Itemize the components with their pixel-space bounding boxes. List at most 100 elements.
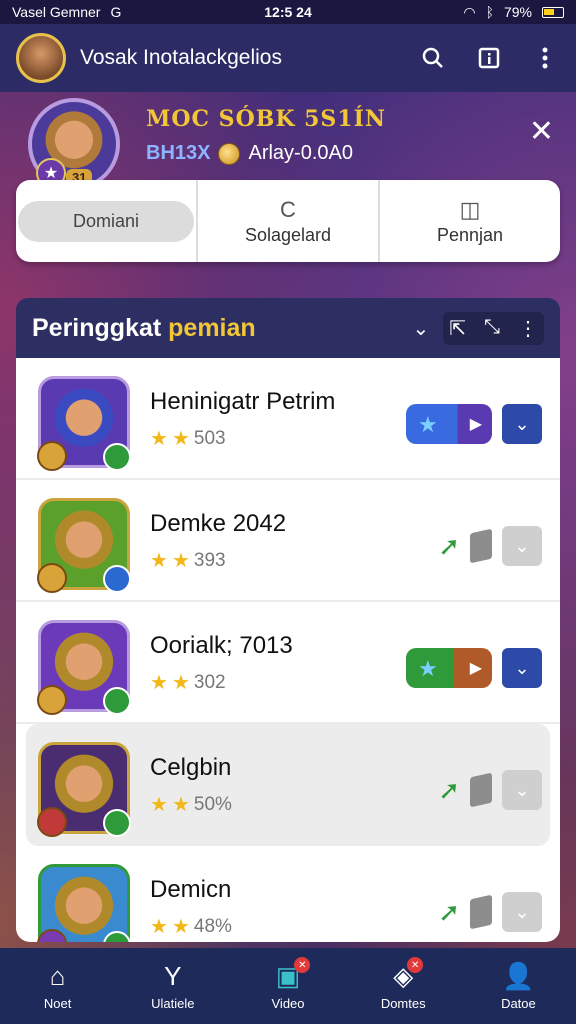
share-icon[interactable]: ➚ <box>438 897 460 928</box>
player-tag: BH13X <box>146 142 211 164</box>
toolbar: ⇱ ⤡ ⋮ <box>443 311 544 345</box>
notification-dot: ✕ <box>294 957 311 973</box>
nav-label: Video <box>271 996 305 1011</box>
tab-pennjan[interactable]: ◫ Pennjan <box>378 180 560 262</box>
star-icon: ★ <box>150 428 168 450</box>
score-value: 50% <box>193 793 232 815</box>
chevron-down-icon[interactable]: ⌄ <box>502 404 542 444</box>
nav-video[interactable]: ▣ ✕ Video <box>230 957 345 1011</box>
tab-label: Domiani <box>18 200 194 242</box>
bottom-navigation: ⌂ Noet Y Ulatiele ▣ ✕ Video ◈ ✕ Domtes 👤 D… <box>0 948 576 1024</box>
avatar[interactable] <box>16 33 66 83</box>
search-icon[interactable] <box>418 43 448 73</box>
list-item[interactable]: Oorialk; 7013 ★ ★ 302 ★ ▶ ⌄ <box>16 602 560 724</box>
player-score: ★ ★ 302 <box>150 670 226 695</box>
tab-label: Pennjan <box>436 224 504 245</box>
player-name: Oorialk; 7013 <box>150 632 293 659</box>
box-icon: ◈ ✕ <box>393 957 424 992</box>
notification-dot: ✕ <box>407 957 424 973</box>
chevron-down-icon[interactable]: ⌄ <box>502 770 542 810</box>
close-icon[interactable]: ✕ <box>529 114 554 149</box>
gem-icon: ★ <box>418 656 438 681</box>
tab-solagelard[interactable]: C Solagelard <box>196 180 378 262</box>
leaf-icon <box>103 687 131 715</box>
app-title: Vosak Inotalackgelios <box>80 46 282 69</box>
chevron-down-icon[interactable]: ⌄ <box>412 316 429 341</box>
bluetooth-icon: ᛒ <box>485 4 494 20</box>
leaderboard-header: Peringgkat pemian ⌄ ⇱ ⤡ ⋮ <box>16 298 560 358</box>
list-item[interactable]: Demke 2042 ★ ★ 393 ➚ ⌄ <box>16 480 560 602</box>
leaderboard-title: Peringgkat pemian <box>32 314 256 343</box>
chevron-down-icon[interactable]: ⌄ <box>502 892 542 932</box>
share-icon[interactable]: ➚ <box>438 531 460 562</box>
player-stats: BH13X Arlay-0.0A0 <box>146 142 353 165</box>
nav-label: Noet <box>43 996 72 1011</box>
player-avatar[interactable]: ★ 31 <box>28 98 120 190</box>
nav-ulatiele[interactable]: Y Ulatiele <box>115 961 230 1011</box>
player-score: ★ ★ 503 <box>150 426 226 451</box>
gem-icon: ★ <box>418 412 438 437</box>
chevron-down-icon[interactable]: ⌄ <box>502 648 542 688</box>
avatar <box>37 376 131 471</box>
gem-icon <box>103 565 131 593</box>
player-name: Celgbin <box>150 754 232 781</box>
leaderboard-list: Heninigatr Petrim ★ ★ 503 ★ ▶ ⌄ Demke 20… <box>16 358 560 942</box>
star-icon: ★ <box>150 550 168 572</box>
sort-icon[interactable]: ⇱ <box>449 316 466 341</box>
avatar <box>37 742 131 837</box>
video-icon: ▣ ✕ <box>276 957 311 992</box>
segment-tabs: Domiani C Solagelard ◫ Pennjan <box>16 180 560 262</box>
carrier-text: Vasel Gemner <box>12 4 101 20</box>
star-icon: ★ <box>171 794 190 816</box>
star-icon: ★ <box>150 794 168 816</box>
block-icon[interactable] <box>470 528 492 564</box>
share-icon[interactable]: ➚ <box>438 775 460 806</box>
play-button[interactable]: ★ ▶ <box>406 648 492 688</box>
rank-badge <box>37 441 67 471</box>
score-value: 503 <box>193 427 226 449</box>
nav-label: Datoe <box>501 996 536 1011</box>
player-score: ★ ★ 48% <box>150 914 232 939</box>
leaf-icon <box>103 809 131 837</box>
profile-header: ★ 31 MOC SÓBK 5S1ÍN BH13X Arlay-0.0A0 ✕ <box>0 92 576 192</box>
nav-label: Domtes <box>380 996 426 1011</box>
list-item[interactable]: Celgbin ★ ★ 50% ➚ ⌄ <box>26 724 550 846</box>
coin-icon <box>218 142 241 165</box>
avatar <box>37 620 131 715</box>
status-bar: Vasel Gemner G 12:5 24 ◠ ᛒ 79% <box>0 0 576 24</box>
player-name: MOC SÓBK 5S1ÍN <box>146 106 387 132</box>
more-vert-icon[interactable]: ⋮ <box>518 316 538 341</box>
tab-domiani[interactable]: Domiani <box>16 180 196 262</box>
leaf-icon <box>103 931 131 942</box>
block-icon[interactable] <box>470 894 492 930</box>
nav-home[interactable]: ⌂ Noet <box>0 961 115 1011</box>
avatar <box>37 864 131 942</box>
info-icon[interactable] <box>474 43 504 73</box>
star-icon: ★ <box>150 672 168 694</box>
branch-icon: Y <box>164 961 182 991</box>
list-item[interactable]: Heninigatr Petrim ★ ★ 503 ★ ▶ ⌄ <box>16 358 560 480</box>
nav-profile[interactable]: 👤 Datoe <box>461 961 576 1011</box>
rank-badge <box>37 929 67 942</box>
collapse-icon[interactable]: ⤡ <box>484 316 500 341</box>
play-button[interactable]: ★ ▶ <box>406 404 492 444</box>
title-accent: pemian <box>168 313 256 342</box>
wifi-icon: ◠ <box>463 3 476 20</box>
list-item[interactable]: Demicn ★ ★ 48% ➚ ⌄ <box>16 846 560 942</box>
star-icon: ★ <box>171 916 190 938</box>
score-value: 48% <box>193 915 232 937</box>
chevron-down-icon[interactable]: ⌄ <box>502 526 542 566</box>
play-icon: ▶ <box>469 416 482 433</box>
battery-icon <box>542 6 564 18</box>
clock: 12:5 24 <box>264 4 312 20</box>
battery-text: 79% <box>503 4 532 20</box>
currency-value: Arlay-0.0A0 <box>248 142 353 164</box>
nav-domtes[interactable]: ◈ ✕ Domtes <box>346 957 461 1011</box>
star-icon: ★ <box>171 550 190 572</box>
block-icon[interactable] <box>470 772 492 808</box>
more-vert-icon[interactable] <box>530 43 560 73</box>
rank-badge <box>37 685 67 715</box>
rank-badge <box>37 563 67 593</box>
avatar <box>37 498 131 593</box>
tab-label: Solagelard <box>244 224 332 245</box>
